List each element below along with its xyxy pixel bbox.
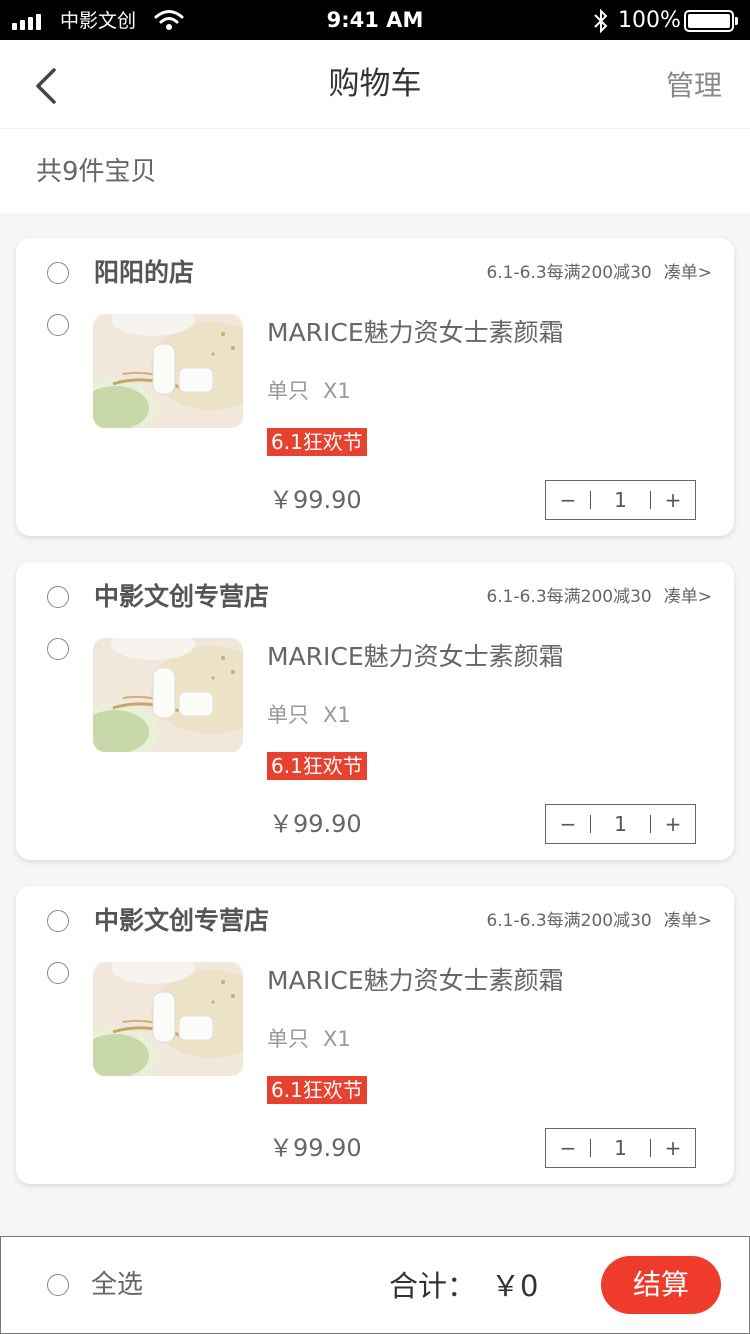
promo-info: 6.1-6.3每满200减30 凑单>	[486, 908, 712, 934]
product-image[interactable]	[93, 638, 243, 752]
store-card: 阳阳的店 6.1-6.3每满200减30 凑单> MARICE魅力资女士素颜霜 单…	[16, 238, 734, 536]
decrease-button[interactable]: −	[546, 805, 590, 843]
promo-tag: 6.1狂欢节	[267, 1076, 367, 1104]
quantity-stepper: − 1 +	[545, 480, 696, 520]
battery-percent: 100%	[618, 8, 681, 33]
total-label: 合计：	[389, 1269, 477, 1303]
spec-unit: 单只	[267, 379, 309, 403]
promo-tag: 6.1狂欢节	[267, 752, 367, 780]
checkout-button[interactable]: 结算	[601, 1256, 721, 1314]
product-spec: 单只 X1	[267, 376, 351, 406]
promo-link[interactable]: 凑单>	[664, 263, 712, 283]
item-select-radio[interactable]	[47, 638, 69, 660]
status-bar: 中影文创 9:41 AM 100%	[0, 0, 750, 40]
product-title[interactable]: MARICE魅力资女士素颜霜	[267, 964, 564, 998]
promo-info: 6.1-6.3每满200减30 凑单>	[486, 260, 712, 286]
quantity-stepper: − 1 +	[545, 1128, 696, 1168]
product-spec: 单只 X1	[267, 1024, 351, 1054]
checkout-bar: 全选 合计： ￥0 结算	[0, 1236, 750, 1334]
decrease-button[interactable]: −	[546, 1129, 590, 1167]
spec-qty: X1	[323, 703, 351, 727]
increase-button[interactable]: +	[651, 481, 695, 519]
product-image[interactable]	[93, 962, 243, 1076]
store-card: 中影文创专营店 6.1-6.3每满200减30 凑单> MARICE魅力资女士素颜…	[16, 562, 734, 860]
promo-link[interactable]: 凑单>	[664, 587, 712, 607]
battery-icon	[684, 10, 738, 32]
select-all-label[interactable]: 全选	[91, 1267, 143, 1303]
spec-unit: 单只	[267, 703, 309, 727]
quantity-value[interactable]: 1	[591, 481, 650, 519]
store-name[interactable]: 阳阳的店	[94, 256, 194, 290]
product-spec: 单只 X1	[267, 700, 351, 730]
total-value: ￥0	[491, 1269, 539, 1303]
decrease-button[interactable]: −	[546, 481, 590, 519]
increase-button[interactable]: +	[651, 805, 695, 843]
promo-tag: 6.1狂欢节	[267, 428, 367, 456]
cart-count-text: 共9件宝贝	[36, 157, 157, 187]
page-title: 购物车	[328, 66, 422, 102]
promo-text: 6.1-6.3每满200减30	[486, 587, 652, 607]
product-price: ￥99.90	[269, 1134, 362, 1162]
promo-info: 6.1-6.3每满200减30 凑单>	[486, 584, 712, 610]
spec-qty: X1	[323, 379, 351, 403]
store-name[interactable]: 中影文创专营店	[94, 904, 269, 938]
manage-button[interactable]: 管理	[666, 66, 722, 106]
product-price: ￥99.90	[269, 486, 362, 514]
promo-text: 6.1-6.3每满200减30	[486, 911, 652, 931]
spec-qty: X1	[323, 1027, 351, 1051]
store-select-radio[interactable]	[47, 586, 69, 608]
promo-text: 6.1-6.3每满200减30	[486, 263, 652, 283]
bluetooth-icon	[594, 8, 608, 34]
store-select-radio[interactable]	[47, 262, 69, 284]
spec-unit: 单只	[267, 1027, 309, 1051]
promo-link[interactable]: 凑单>	[664, 911, 712, 931]
item-select-radio[interactable]	[47, 314, 69, 336]
product-title[interactable]: MARICE魅力资女士素颜霜	[267, 316, 564, 350]
product-image[interactable]	[93, 314, 243, 428]
select-all-radio[interactable]	[47, 1274, 69, 1296]
cart-count-bar: 共9件宝贝	[0, 129, 750, 213]
item-select-radio[interactable]	[47, 962, 69, 984]
product-title[interactable]: MARICE魅力资女士素颜霜	[267, 640, 564, 674]
quantity-value[interactable]: 1	[591, 1129, 650, 1167]
store-select-radio[interactable]	[47, 910, 69, 932]
increase-button[interactable]: +	[651, 1129, 695, 1167]
product-price: ￥99.90	[269, 810, 362, 838]
quantity-stepper: − 1 +	[545, 804, 696, 844]
quantity-value[interactable]: 1	[591, 805, 650, 843]
nav-bar: 购物车 管理	[0, 40, 750, 129]
store-card: 中影文创专营店 6.1-6.3每满200减30 凑单> MARICE魅力资女士素颜…	[16, 886, 734, 1184]
store-name[interactable]: 中影文创专营店	[94, 580, 269, 614]
